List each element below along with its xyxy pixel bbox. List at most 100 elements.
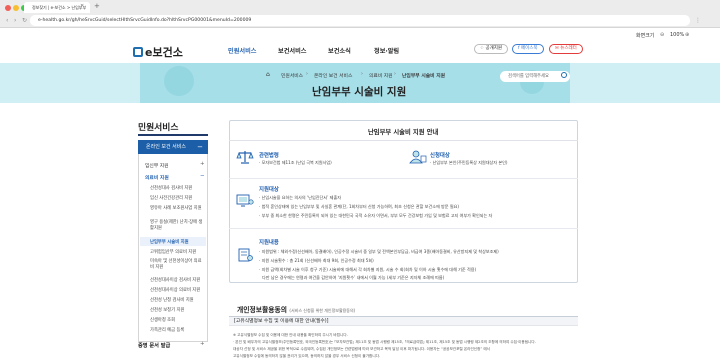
search-placeholder: 검색어를 입력해주세요 — [508, 74, 549, 79]
expand-icon[interactable]: + — [200, 161, 205, 167]
section-item: · 지원 금액(회차별 시술 이후 청구 기준) 시술비에 대해서 각 회차별 … — [259, 267, 477, 272]
page-title: 난임부부 시술비 지원 — [312, 86, 407, 98]
site-header — [0, 38, 720, 62]
section-heading-support: 지원내용 — [259, 240, 279, 246]
nav-health-news[interactable]: 보건소식 — [328, 46, 351, 55]
lnb-subitem[interactable]: 신생아청 조회 — [150, 317, 175, 323]
facebook-button[interactable]: f 페이스북 — [512, 44, 544, 54]
section-heading-applicant: 신청대상 — [430, 153, 450, 159]
item-text: 난임시술을 요하는 의사의 ‘난임진단서’ 제출자 — [261, 195, 341, 200]
lnb-subitem[interactable]: 선천성 보청기 지원 — [150, 307, 184, 313]
site-logo[interactable]: e보건소 — [133, 44, 183, 60]
lnb-title: 민원서비스 — [138, 123, 179, 133]
section-item: · 난임부부 본인(주민등록상 지원대상자 본인) — [430, 160, 508, 165]
item-text: 지원 시술횟수 : 총 21회 (신선배아 최대 9회, 인공수정 최대 5회) — [261, 258, 374, 263]
section-item: · 모자보건법 제11조 (난임 극복 지원사업) — [259, 160, 332, 165]
lnb-section-head[interactable]: 온라인 보건 서비스 − — [138, 140, 208, 154]
home-icon[interactable]: ⌂ — [266, 71, 270, 78]
breadcrumb-item[interactable]: 민원서비스 — [281, 72, 303, 79]
nav-health-service[interactable]: 보건서비스 — [278, 46, 306, 55]
lnb-footer-item[interactable]: 증명 문서 발급 — [138, 342, 170, 349]
collapse-icon[interactable]: − — [197, 140, 203, 154]
divider — [229, 178, 578, 179]
lnb-title-underline — [138, 134, 208, 136]
breadcrumb-separator-icon: › — [361, 72, 363, 77]
privacy-note: (서비스 신청을 위한 개인정보활용동의) — [289, 308, 356, 313]
section-heading-eligibility: 지원대상 — [259, 187, 279, 193]
search-icon[interactable] — [561, 72, 567, 78]
lnb-head-label: 온라인 보건 서비스 — [146, 144, 186, 150]
lnb-subitem[interactable]: 미숙아 및 선천성이상아 의료비 지원 — [150, 259, 205, 271]
document-icon — [238, 248, 253, 262]
collapse-icon[interactable]: − — [200, 173, 205, 179]
close-tab-icon[interactable]: ✕ — [80, 3, 84, 9]
privacy-body-line: · 본인 및 배우자의 고유식별정보(주민등록번호, 외국인등록번호)는 ｢모자… — [233, 340, 536, 344]
address-text: e-health.go.kr/gh/heSrvcGuid/selectHlthS… — [38, 18, 252, 23]
breadcrumb-current[interactable]: 난임부부 시술비 지원 — [402, 72, 445, 79]
item-text: 난임부부 본인(주민등록상 지원대상자 본인) — [432, 160, 508, 165]
lnb-subitem[interactable]: 선천성대사이상 의료비 지원 — [150, 287, 200, 293]
section-item: · 난임시술을 요하는 의사의 ‘난임진단서’ 제출자 — [259, 195, 341, 200]
newsletter-button[interactable]: ✉ 뉴스레터 — [549, 44, 583, 54]
reload-icon[interactable]: ↻ — [22, 15, 27, 26]
address-bar[interactable]: e-health.go.kr/gh/heSrvcGuid/selectHlthS… — [30, 15, 690, 26]
person-icon — [409, 150, 427, 164]
lnb-menu — [138, 154, 208, 342]
browser-chrome: 정보찾기 | e-보건소 > 난임부부 ✕ + ‹ › ↻ e-health.g… — [0, 0, 720, 28]
lnb-subitem[interactable]: 선천성대사이상 검사비 지원 — [150, 277, 200, 283]
lnb-subitem[interactable]: 영구 용실(제한) 난치·장애 생활지원 — [150, 220, 205, 231]
item-text: 다만 남은 경우에는 연령과 여건을 감안하여 ‘지원횟수’ 내에서 이월 가능… — [262, 275, 445, 280]
minimize-window-icon[interactable] — [13, 5, 19, 11]
nav-info-notice[interactable]: 정보·알림 — [374, 46, 399, 55]
lnb-item-pregnancy[interactable]: 임신부 지원 — [145, 162, 169, 169]
expand-icon[interactable]: + — [200, 341, 205, 347]
forward-icon[interactable]: › — [14, 15, 16, 26]
banner-decoration — [164, 66, 194, 96]
lnb-subitem-active[interactable]: 난임부부 시술비 지원 — [150, 239, 189, 245]
divider — [229, 140, 578, 141]
privacy-bar-text: [고유식별정보 수집 및 이용에 대한 안내(필수)] — [234, 319, 329, 324]
item-text: 부부 중 최소한 한명은 주민등록이 되어 있는 대한민국 국적 소유자 이면서… — [261, 213, 493, 218]
pill-label: 뉴스레터 — [560, 46, 577, 51]
lnb-subitem[interactable]: 영유아 사례 보조원사업 지원 — [150, 205, 202, 211]
privacy-title-text: 개인정보활용동의 — [237, 306, 288, 314]
new-tab-icon[interactable]: + — [94, 3, 100, 10]
privacy-body-line: 대상자 선정 및 서비스 제공을 위한 목적으로 수집되며, 수집된 개인정보는… — [233, 347, 490, 351]
computer-icon — [236, 194, 254, 207]
breadcrumb-separator-icon: › — [306, 72, 308, 77]
scale-icon — [236, 151, 254, 164]
section-item: · 부부 중 최소한 한명은 주민등록이 되어 있는 대한민국 국적 소유자 이… — [259, 213, 493, 218]
item-text: 지원범위 : 체외수정(신선배아, 동결배아), 인공수정 시술비 중 일부 및… — [261, 249, 499, 254]
back-icon[interactable]: ‹ — [6, 15, 8, 26]
close-window-icon[interactable] — [5, 5, 11, 11]
lnb-subitem[interactable]: 선천성대사 검사비 지원 — [150, 185, 192, 191]
item-text: 지원 금액(회차별 시술 이후 청구 기준) 시술비에 대해서 각 회차별 지원… — [261, 267, 477, 272]
privacy-body-line: ※ 고유식별정보 수집 및 이용에 대한 안내 내용을 확인하여 주시기 바랍니… — [233, 333, 348, 337]
lnb-item-medical-support[interactable]: 의료비 지원 — [145, 174, 169, 181]
section-heading-law: 관련법령 — [259, 153, 279, 159]
logo-text: e보건소 — [145, 46, 183, 59]
lnb-subitem[interactable]: 가족관리 예금 등록 — [150, 327, 184, 333]
open-support-button[interactable]: ♢ 공개지원 — [474, 44, 509, 54]
logo-icon — [133, 47, 143, 57]
search-input[interactable]: 검색어를 입력해주세요 — [500, 71, 570, 82]
section-item: · 지원범위 : 체외수정(신선배아, 동결배아), 인공수정 시술비 중 일부… — [259, 249, 499, 254]
breadcrumb-item[interactable]: 온라인 보건 서비스 — [314, 72, 352, 79]
section-item: · 법적 혼인상태에 있는 난임부부 및 사실혼 관계(단, 1회차부터 신청 … — [259, 204, 460, 209]
lnb-subitem[interactable]: 고위험임산부 의료비 지원 — [150, 249, 196, 255]
item-text: 법적 혼인상태에 있는 난임부부 및 사실혼 관계(단, 1회차부터 신청 가능… — [261, 204, 460, 209]
privacy-body-line: 고유식별정보 수집에 동의하지 않을 권리가 있으며, 동의하지 않을 경우 서… — [233, 354, 381, 358]
pill-label: 페이스북 — [521, 46, 538, 51]
privacy-title: 개인정보활용동의 (서비스 신청을 위한 개인정보활용동의) — [237, 304, 355, 314]
breadcrumb-item[interactable]: 의료비 지원 — [369, 72, 393, 79]
pill-label: 공개지원 — [485, 46, 503, 51]
nav-civil-service[interactable]: 민원서비스 — [228, 46, 256, 55]
breadcrumb-separator-icon: › — [394, 72, 396, 77]
section-item: · 지원 시술횟수 : 총 21회 (신선배아 최대 9회, 인공수정 최대 5… — [259, 258, 374, 263]
tab-title: 정보찾기 | e-보건소 > 난임부부 — [32, 5, 87, 10]
lnb-subitem[interactable]: 임신 사전건강관리 지원 — [150, 195, 192, 201]
info-panel-title: 난임부부 시술비 지원 안내 — [368, 129, 439, 136]
menu-icon[interactable]: ⋮ — [695, 15, 701, 26]
section-item: 다만 남은 경우에는 연령과 여건을 감안하여 ‘지원횟수’ 내에서 이월 가능… — [262, 275, 444, 281]
lnb-subitem[interactable]: 선천성 난청 검사비 지원 — [150, 297, 194, 303]
